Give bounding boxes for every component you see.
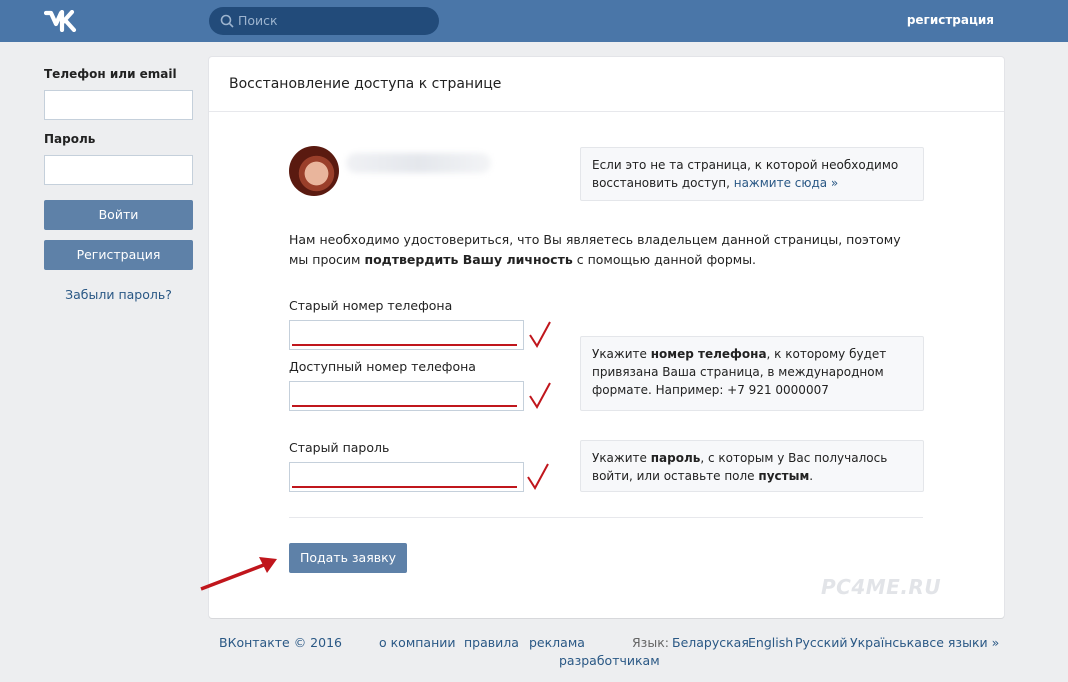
red-underline-mark xyxy=(292,344,517,346)
vk-logo-icon[interactable] xyxy=(44,10,78,32)
search-icon xyxy=(220,14,234,28)
submit-request-button[interactable]: Подать заявку xyxy=(289,543,407,573)
form-divider xyxy=(289,517,923,518)
red-check-icon xyxy=(529,321,551,348)
lang-russian[interactable]: Русский xyxy=(795,635,847,650)
forgot-password-link[interactable]: Забыли пароль? xyxy=(44,287,193,302)
password-hint-bold2: пустым xyxy=(758,469,810,483)
phone-email-input[interactable] xyxy=(44,90,193,120)
red-underline-mark xyxy=(292,486,517,488)
wrong-page-link[interactable]: нажмите сюда » xyxy=(734,176,839,190)
lang-belarusian[interactable]: Беларуская xyxy=(672,635,749,650)
old-password-input[interactable] xyxy=(289,462,524,492)
login-button[interactable]: Войти xyxy=(44,200,193,230)
old-password-label: Старый пароль xyxy=(289,440,390,455)
restore-access-card: Восстановление доступа к странице Если э… xyxy=(200,57,1004,618)
top-header: Поиск регистрация xyxy=(0,0,1068,42)
password-hint-bold1: пароль xyxy=(650,451,701,465)
phone-hint-part1: Укажите xyxy=(592,347,647,361)
red-check-icon xyxy=(527,463,549,490)
available-phone-label: Доступный номер телефона xyxy=(289,359,476,374)
phone-hint: Укажите номер телефона, к которому будет… xyxy=(580,336,924,411)
footer-link-rules[interactable]: правила xyxy=(464,635,519,650)
old-phone-label: Старый номер телефона xyxy=(289,298,453,313)
password-hint-part1: Укажите xyxy=(592,451,647,465)
page-title: Восстановление доступа к странице xyxy=(229,76,502,92)
intro-bold: подтвердить Вашу личность xyxy=(364,252,573,267)
intro-part2: с помощью данной формы. xyxy=(576,252,757,267)
red-check-icon xyxy=(529,382,551,409)
lang-ukrainian[interactable]: Українська xyxy=(850,635,922,650)
watermark: PC4ME.RU xyxy=(821,575,942,599)
phone-email-label: Телефон или email xyxy=(44,67,177,81)
footer-link-developers[interactable]: разработчикам xyxy=(559,653,660,668)
old-phone-input[interactable] xyxy=(289,320,524,350)
lang-english[interactable]: English xyxy=(748,635,793,650)
footer-link-ads[interactable]: реклама xyxy=(529,635,585,650)
footer-link-about[interactable]: о компании xyxy=(379,635,456,650)
blurred-user-name xyxy=(346,153,491,173)
phone-hint-bold: номер телефона xyxy=(650,347,767,361)
password-hint: Укажите пароль, с которым у Вас получало… xyxy=(580,440,924,492)
password-input[interactable] xyxy=(44,155,193,185)
lang-all[interactable]: все языки » xyxy=(922,635,999,650)
language-label: Язык: xyxy=(632,635,669,650)
wrong-page-hint: Если это не та страница, к которой необх… xyxy=(580,147,924,201)
intro-text: Нам необходимо удостовериться, что Вы яв… xyxy=(289,230,909,270)
title-divider xyxy=(209,111,1004,112)
password-hint-part3: . xyxy=(809,469,814,483)
available-phone-input[interactable] xyxy=(289,381,524,411)
search-input[interactable]: Поиск xyxy=(209,7,439,35)
search-placeholder: Поиск xyxy=(238,13,278,28)
copyright: ВКонтакте © 2016 xyxy=(219,635,342,650)
avatar[interactable] xyxy=(289,146,339,196)
header-register-link[interactable]: регистрация xyxy=(907,13,994,27)
password-label: Пароль xyxy=(44,132,96,146)
red-underline-mark xyxy=(292,405,517,407)
red-arrow-icon xyxy=(200,557,277,591)
register-button[interactable]: Регистрация xyxy=(44,240,193,270)
